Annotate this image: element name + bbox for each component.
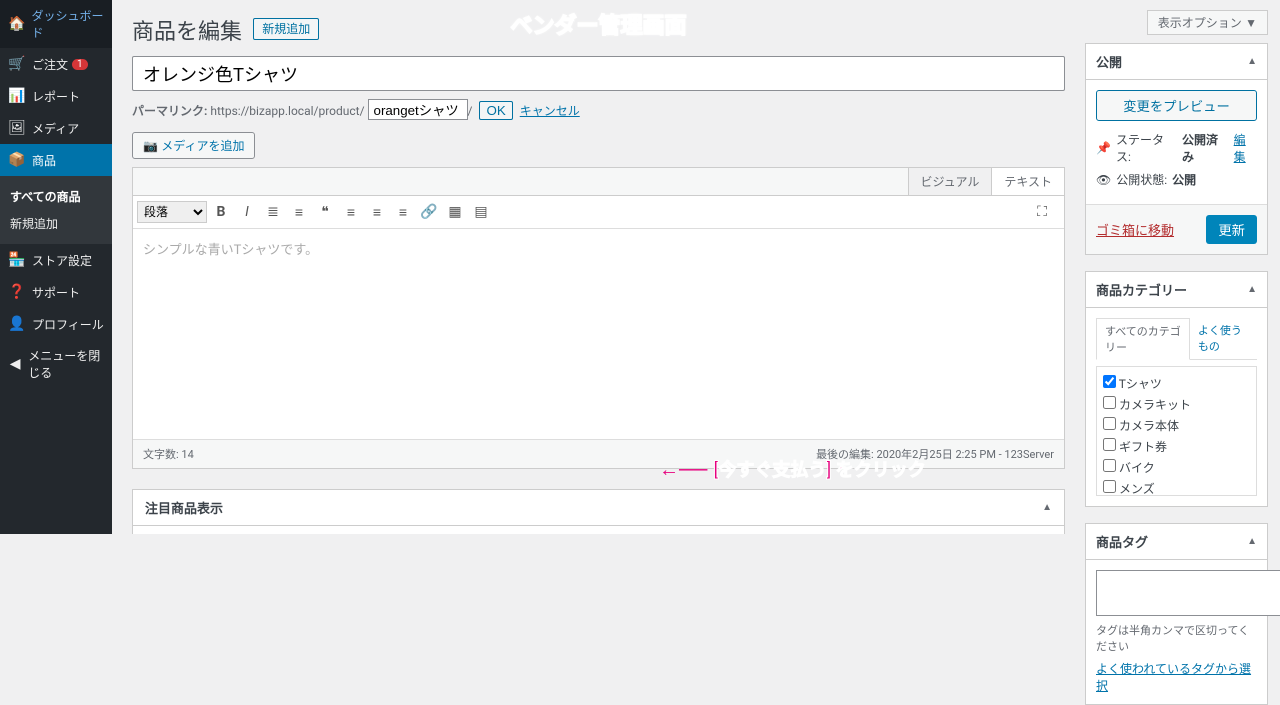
bold-button[interactable]: B: [209, 200, 233, 224]
main-content: ベンダー管理画面 商品を編集 新規追加 パーマリンク: https://biza…: [112, 0, 1085, 534]
admin-sidebar: 🏠ダッシュボード 🛒ご注文1 📊レポート 🖼メディア 📦商品 すべての商品 新規…: [0, 0, 112, 534]
submenu-add-new[interactable]: 新規追加: [0, 210, 112, 237]
number-list-button[interactable]: ≡: [287, 200, 311, 224]
sidebar-right: 表示オプション ▼ 公開▲ 変更をプレビュー 📌 ステータス: 公開済み 編集 …: [1085, 0, 1280, 534]
cat-tab-all[interactable]: すべてのカテゴリー: [1096, 318, 1190, 360]
permalink-slug-input[interactable]: [368, 99, 468, 120]
category-checkbox[interactable]: [1103, 375, 1116, 388]
store-icon: 🏪: [8, 251, 26, 269]
submenu-all-products[interactable]: すべての商品: [0, 183, 112, 210]
cart-icon: 🛒: [8, 55, 26, 73]
category-item[interactable]: バイク: [1103, 457, 1250, 478]
format-select[interactable]: 段落: [137, 201, 207, 223]
dashboard-icon: 🏠: [8, 15, 25, 33]
nav-products[interactable]: 📦商品: [0, 144, 112, 176]
bullet-list-button[interactable]: ≣: [261, 200, 285, 224]
add-new-button[interactable]: 新規追加: [253, 18, 319, 40]
italic-button[interactable]: I: [235, 200, 259, 224]
category-item[interactable]: カメラ本体: [1103, 415, 1250, 436]
tag-hint: タグは半角カンマで区切ってください: [1096, 622, 1257, 654]
chart-icon: 📊: [8, 87, 26, 105]
profile-icon: 👤: [8, 315, 26, 333]
media-icon: 🖼: [8, 119, 26, 137]
align-center-button[interactable]: ≡: [365, 200, 389, 224]
permalink-ok-button[interactable]: OK: [479, 101, 512, 120]
collapse-icon[interactable]: ▲: [1247, 56, 1257, 67]
nav-store-settings[interactable]: 🏪ストア設定: [0, 244, 112, 276]
permalink-row: パーマリンク: https://bizapp.local/product/ / …: [132, 99, 1065, 120]
page-title: 商品を編集: [132, 14, 242, 46]
link-button[interactable]: 🔗: [417, 200, 441, 224]
tag-input[interactable]: [1096, 570, 1280, 616]
category-checkbox[interactable]: [1103, 438, 1116, 451]
collapse-icon[interactable]: ▲: [1247, 284, 1257, 295]
category-item[interactable]: ギフト券: [1103, 436, 1250, 457]
align-left-button[interactable]: ≡: [339, 200, 363, 224]
orders-badge: 1: [72, 59, 88, 70]
products-icon: 📦: [8, 151, 26, 169]
editor: ビジュアル テキスト 段落 B I ≣ ≡ ❝ ≡ ≡ ≡ 🔗 ▦ ▤ ⛶ シン…: [132, 167, 1065, 469]
category-checkbox[interactable]: [1103, 459, 1116, 472]
popular-tags-link[interactable]: よく使われているタグから選択: [1096, 662, 1251, 693]
publish-box: 公開▲ 変更をプレビュー 📌 ステータス: 公開済み 編集 👁 公開状態: 公開…: [1085, 43, 1268, 255]
products-submenu: すべての商品 新規追加: [0, 176, 112, 244]
categories-box: 商品カテゴリー▲ すべてのカテゴリー よく使うもの Tシャツ カメラキット カメ…: [1085, 271, 1268, 507]
nav-reports[interactable]: 📊レポート: [0, 80, 112, 112]
category-item[interactable]: Tシャツ: [1103, 373, 1250, 394]
nav-collapse[interactable]: ◀メニューを閉じる: [0, 340, 112, 388]
display-options-button[interactable]: 表示オプション ▼: [1147, 10, 1268, 35]
permalink-cancel-link[interactable]: キャンセル: [520, 104, 580, 118]
nav-media[interactable]: 🖼メディア: [0, 112, 112, 144]
category-item[interactable]: カメラキット: [1103, 394, 1250, 415]
category-checkbox[interactable]: [1103, 480, 1116, 493]
fullscreen-button[interactable]: ⛶: [1030, 200, 1054, 224]
category-checkbox[interactable]: [1103, 396, 1116, 409]
update-button[interactable]: 更新: [1206, 215, 1257, 244]
collapse-icon[interactable]: ▲: [1247, 536, 1257, 547]
quote-button[interactable]: ❝: [313, 200, 337, 224]
trash-link[interactable]: ゴミ箱に移動: [1096, 220, 1174, 239]
featured-panel: 注目商品表示▲ 以下の期間、この商品を注目商品として表示する 10日 表示費用¥…: [132, 489, 1065, 534]
collapse-icon[interactable]: ▲: [1042, 502, 1052, 513]
nav-orders[interactable]: 🛒ご注文1: [0, 48, 112, 80]
category-list[interactable]: Tシャツ カメラキット カメラ本体 ギフト券 バイク メンズ シャツ レディース: [1096, 366, 1257, 496]
annotation-title: ベンダー管理画面: [510, 8, 686, 40]
edit-status-link[interactable]: 編集: [1234, 131, 1257, 165]
tab-visual[interactable]: ビジュアル: [908, 168, 992, 195]
editor-toolbar: 段落 B I ≣ ≡ ❝ ≡ ≡ ≡ 🔗 ▦ ▤ ⛶: [133, 196, 1064, 229]
nav-profile[interactable]: 👤プロフィール: [0, 308, 112, 340]
add-media-button[interactable]: 📷 メディアを追加: [132, 132, 255, 159]
toolbar-toggle-button[interactable]: ▤: [469, 200, 493, 224]
category-checkbox[interactable]: [1103, 417, 1116, 430]
tab-text[interactable]: テキスト: [991, 168, 1064, 195]
editor-body[interactable]: シンプルな青いTシャツです。: [133, 229, 1064, 439]
nav-dashboard[interactable]: 🏠ダッシュボード: [0, 0, 112, 48]
product-title-input[interactable]: [132, 56, 1065, 91]
tags-box: 商品タグ▲ 追加 タグは半角カンマで区切ってください よく使われているタグから選…: [1085, 523, 1268, 705]
nav-support[interactable]: ❓サポート: [0, 276, 112, 308]
collapse-icon: ◀: [8, 355, 22, 373]
more-button[interactable]: ▦: [443, 200, 467, 224]
cat-tab-used[interactable]: よく使うもの: [1190, 318, 1257, 359]
annotation-arrow: ←── [今すぐ支払う] をクリック: [659, 456, 926, 482]
preview-button[interactable]: 変更をプレビュー: [1096, 90, 1257, 121]
support-icon: ❓: [8, 283, 26, 301]
align-right-button[interactable]: ≡: [391, 200, 415, 224]
word-count: 14: [181, 448, 193, 461]
category-item[interactable]: メンズ: [1103, 478, 1250, 496]
